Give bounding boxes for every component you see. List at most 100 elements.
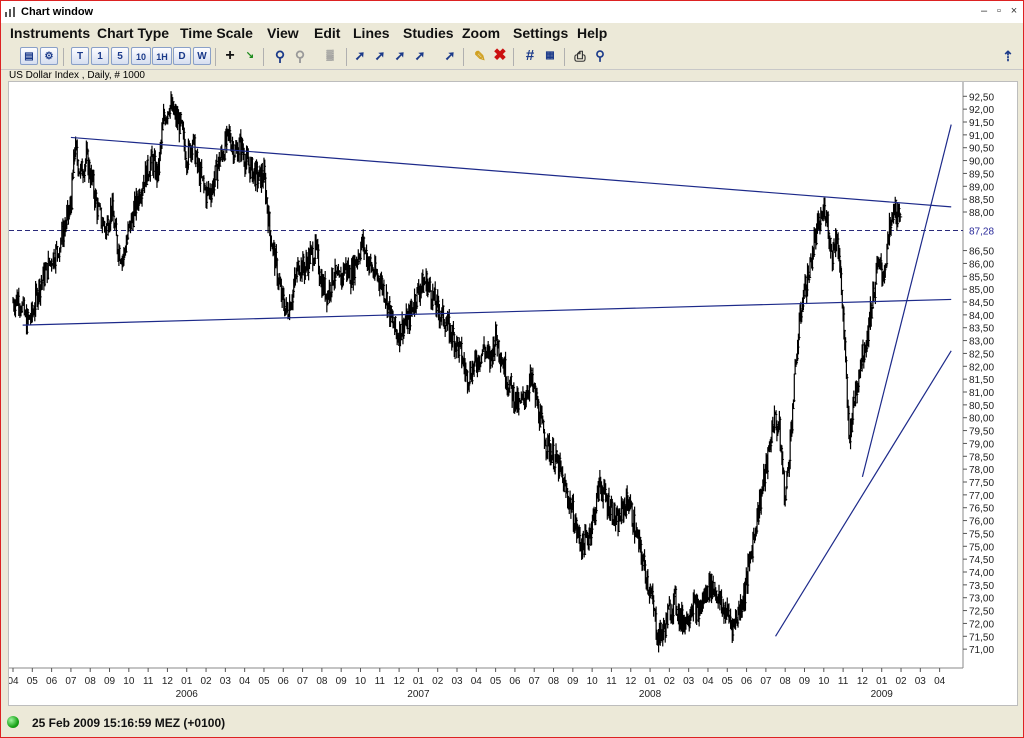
menu-view[interactable]: View [267,25,299,41]
menu-studies[interactable]: Studies [403,25,454,41]
y-tick-label: 84,50 [969,298,994,309]
trendline-icon[interactable]: ➚ [351,47,369,65]
y-tick-label: 81,50 [969,375,994,386]
grid-settings-icon[interactable]: ▦ [541,47,559,65]
settings-icon[interactable]: ⚙ [40,47,58,65]
y-tick-label: 76,00 [969,517,994,528]
grid-icon[interactable]: # [521,47,539,65]
timeframe-tick-button[interactable]: T [71,47,89,65]
parallel-lines-icon[interactable]: ➚ [391,47,409,65]
x-tick-label: 07 [65,676,77,687]
delete-lines-icon[interactable]: ✖ [491,47,509,65]
y-tick-label: 83,00 [969,337,994,348]
status-bar: 25 Feb 2009 15:16:59 MEZ (+0100) [1,711,1023,737]
x-tick-label: 12 [625,676,637,687]
eraser-icon[interactable]: ✎ [471,47,489,65]
close-icon[interactable]: × [1007,4,1021,18]
y-tick-label: 73,50 [969,581,994,592]
x-tick-label: 04 [9,676,19,687]
channel-icon[interactable]: ➚ [371,47,389,65]
y-tick-label: 82,50 [969,349,994,360]
x-tick-label: 09 [336,676,348,687]
y-tick-label: 91,50 [969,118,994,129]
pin-icon[interactable]: ⇡ [999,47,1017,65]
x-tick-label: 10 [818,676,830,687]
menu-edit[interactable]: Edit [314,25,340,41]
timeframe-5min-button[interactable]: 5 [111,47,129,65]
x-tick-label: 01 [876,676,888,687]
minimize-icon[interactable]: – [977,4,991,18]
y-tick-label: 88,50 [969,195,994,206]
y-tick-label: 75,50 [969,529,994,540]
maximize-icon[interactable]: ▫ [992,4,1006,18]
status-datetime: 25 Feb 2009 15:16:59 MEZ (+0100) [32,716,226,730]
price-bars [12,91,903,653]
y-tick-label: 80,50 [969,401,994,412]
price-chart[interactable]: 92,50 92,00 91,50 91,00 90,50 90,0089,50 89,00… [7,82,1017,705]
y-tick-label: 78,00 [969,465,994,476]
print-icon[interactable]: ⎙ [571,47,589,65]
x-tick-label: 04 [239,676,251,687]
y-tick-label: 74,50 [969,555,994,566]
x-year-label: 2008 [639,689,662,700]
y-tick-label: 85,00 [969,285,994,296]
chart-style-icon[interactable]: ▤ [20,47,38,65]
y-tick-label: 85,50 [969,272,994,283]
y-tick-label: 77,00 [969,491,994,502]
y-tick-label: 78,50 [969,452,994,463]
x-tick-label: 12 [394,676,406,687]
volume-bars-icon[interactable]: ▓ [321,47,339,65]
y-tick-label: 90,00 [969,157,994,168]
x-tick-label: 04 [702,676,714,687]
x-tick-label: 03 [451,676,463,687]
timeframe-weekly-button[interactable]: W [193,47,211,65]
chart-area[interactable]: 92,50 92,00 91,50 91,00 90,50 90,00 89,50 89,00… [7,81,1018,706]
x-year-label: 2006 [176,689,199,700]
y-tick-label: 82,00 [969,362,994,373]
menu-time-scale[interactable]: Time Scale [180,25,253,41]
y-tick-label: 86,50 [969,247,994,258]
toolbar-separator [346,48,347,66]
x-tick-label: 08 [316,676,328,687]
menu-settings[interactable]: Settings [513,25,568,41]
print-preview-icon[interactable]: ⚲ [591,47,609,65]
autoscale-icon[interactable]: ↘ [241,47,259,65]
y-tick-label: 74,00 [969,568,994,579]
y-tick-label: 92,50 [969,92,994,103]
ray-line-icon[interactable]: ➚ [441,47,459,65]
y-tick-label: 91,00 [969,131,994,142]
zoom-out-icon[interactable]: ⚲ [291,47,309,65]
timeframe-10min-button[interactable]: 10 [131,47,151,65]
x-tick-label: 07 [297,676,309,687]
timeframe-1h-button[interactable]: 1H [152,47,172,65]
x-tick-label: 03 [915,676,927,687]
x-tick-label: 02 [200,676,212,687]
crosshair-icon[interactable]: + [221,47,239,65]
timeframe-1min-button[interactable]: 1 [91,47,109,65]
fan-lines-icon[interactable]: ➚ [411,47,429,65]
toolbar: ▤ ⚙ T 1 5 10 1H D W + ↘ ⚲ ⚲ ▓ ➚ ➚ ➚ ➚ ➚ … [1,45,1023,70]
menu-zoom[interactable]: Zoom [462,25,500,41]
menu-chart-type[interactable]: Chart Type [97,25,169,41]
x-tick-label: 10 [123,676,135,687]
x-tick-label: 12 [162,676,174,687]
x-tick-label: 08 [85,676,97,687]
x-tick-label: 05 [490,676,502,687]
y-tick-label: 71,50 [969,632,994,643]
y-tick-label: 92,00 [969,105,994,116]
x-tick-label: 10 [355,676,367,687]
y-tick-label: 90,50 [969,144,994,155]
menu-instruments[interactable]: Instruments [10,25,90,41]
x-tick-label: 02 [432,676,444,687]
menu-help[interactable]: Help [577,25,607,41]
x-tick-label: 07 [760,676,772,687]
zoom-in-icon[interactable]: ⚲ [271,47,289,65]
x-tick-label: 07 [529,676,541,687]
x-tick-label: 01 [413,676,425,687]
timeframe-daily-button[interactable]: D [173,47,191,65]
y-tick-label: 75,00 [969,542,994,553]
x-tick-label: 05 [27,676,39,687]
menu-lines[interactable]: Lines [353,25,390,41]
x-tick-label: 09 [799,676,811,687]
toolbar-separator [263,48,264,66]
